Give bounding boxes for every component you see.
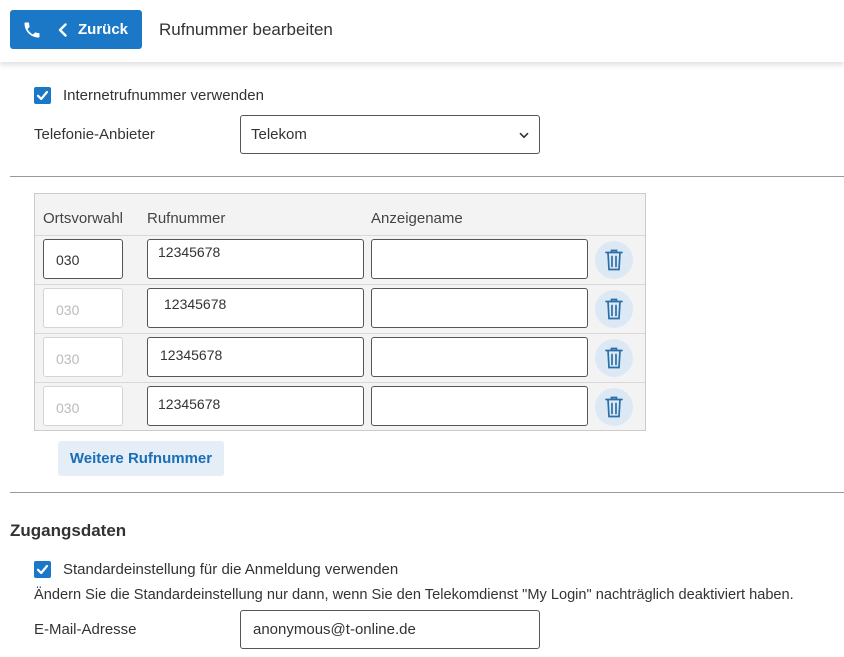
number-input[interactable]: 12345678 — [147, 337, 364, 377]
number-value: 12345678 — [158, 244, 221, 260]
delete-row-button[interactable] — [595, 241, 633, 279]
divider — [10, 176, 844, 177]
section-title: Zugangsdaten — [10, 521, 127, 540]
trash-icon — [605, 249, 623, 271]
delete-row-button[interactable] — [595, 388, 633, 426]
provider-select[interactable]: Telekom — [240, 115, 540, 154]
row-divider — [35, 284, 645, 285]
area-code-value: 030 — [56, 302, 80, 318]
display-name-input[interactable] — [371, 386, 588, 426]
column-header-area-code: Ortsvorwahl — [43, 210, 124, 227]
display-name-input[interactable] — [371, 337, 588, 377]
number-value: 12345678 — [164, 296, 227, 312]
back-button-label: Zurück — [78, 21, 129, 38]
divider — [10, 492, 844, 493]
row-divider — [35, 235, 645, 236]
use-default-login-checkbox[interactable] — [34, 561, 51, 578]
area-code-value: 030 — [56, 252, 80, 268]
column-header-display-name: Anzeigename — [371, 210, 463, 227]
column-header-number: Rufnummer — [147, 210, 226, 227]
number-input[interactable]: 12345678 — [147, 239, 364, 279]
email-value: anonymous@t-online.de — [253, 621, 416, 638]
number-value: 12345678 — [158, 396, 221, 412]
add-number-button[interactable]: Weitere Rufnummer — [58, 441, 224, 476]
default-login-hint: Ändern Sie die Standardeinstellung nur d… — [34, 587, 794, 603]
email-input[interactable]: anonymous@t-online.de — [240, 610, 540, 649]
row-divider — [35, 382, 645, 383]
email-label: E-Mail-Adresse — [34, 621, 137, 638]
checkmark-icon — [36, 90, 49, 101]
number-input[interactable]: 12345678 — [147, 386, 364, 426]
display-name-input[interactable] — [371, 288, 588, 328]
delete-row-button[interactable] — [595, 339, 633, 377]
area-code-value: 030 — [56, 351, 80, 367]
page-title: Rufnummer bearbeiten — [159, 20, 333, 39]
delete-row-button[interactable] — [595, 290, 633, 328]
area-code-input[interactable]: 030 — [43, 337, 123, 377]
back-button[interactable]: Zurück — [10, 10, 142, 49]
area-code-input[interactable]: 030 — [43, 386, 123, 426]
chevron-down-icon — [519, 126, 529, 143]
numbers-table: Ortsvorwahl Rufnummer Anzeigename 030 12… — [34, 193, 646, 431]
area-code-value: 030 — [56, 400, 80, 416]
use-internet-number-checkbox[interactable] — [34, 87, 51, 104]
trash-icon — [605, 396, 623, 418]
top-bar: Zurück Rufnummer bearbeiten — [0, 0, 844, 62]
phone-icon — [22, 19, 44, 41]
provider-label: Telefonie-Anbieter — [34, 126, 155, 143]
trash-icon — [605, 298, 623, 320]
area-code-input[interactable]: 030 — [43, 288, 123, 328]
display-name-input[interactable] — [371, 239, 588, 279]
trash-icon — [605, 347, 623, 369]
number-value: 12345678 — [160, 347, 223, 363]
use-default-login-label: Standardeinstellung für die Anmeldung ve… — [63, 561, 399, 578]
checkmark-icon — [36, 564, 49, 575]
use-internet-number-label: Internetrufnummer verwenden — [63, 87, 264, 104]
number-input[interactable]: 12345678 — [147, 288, 364, 328]
row-divider — [35, 333, 645, 334]
area-code-input[interactable]: 030 — [43, 239, 123, 279]
provider-select-value: Telekom — [251, 126, 307, 143]
chevron-left-icon — [58, 22, 68, 37]
